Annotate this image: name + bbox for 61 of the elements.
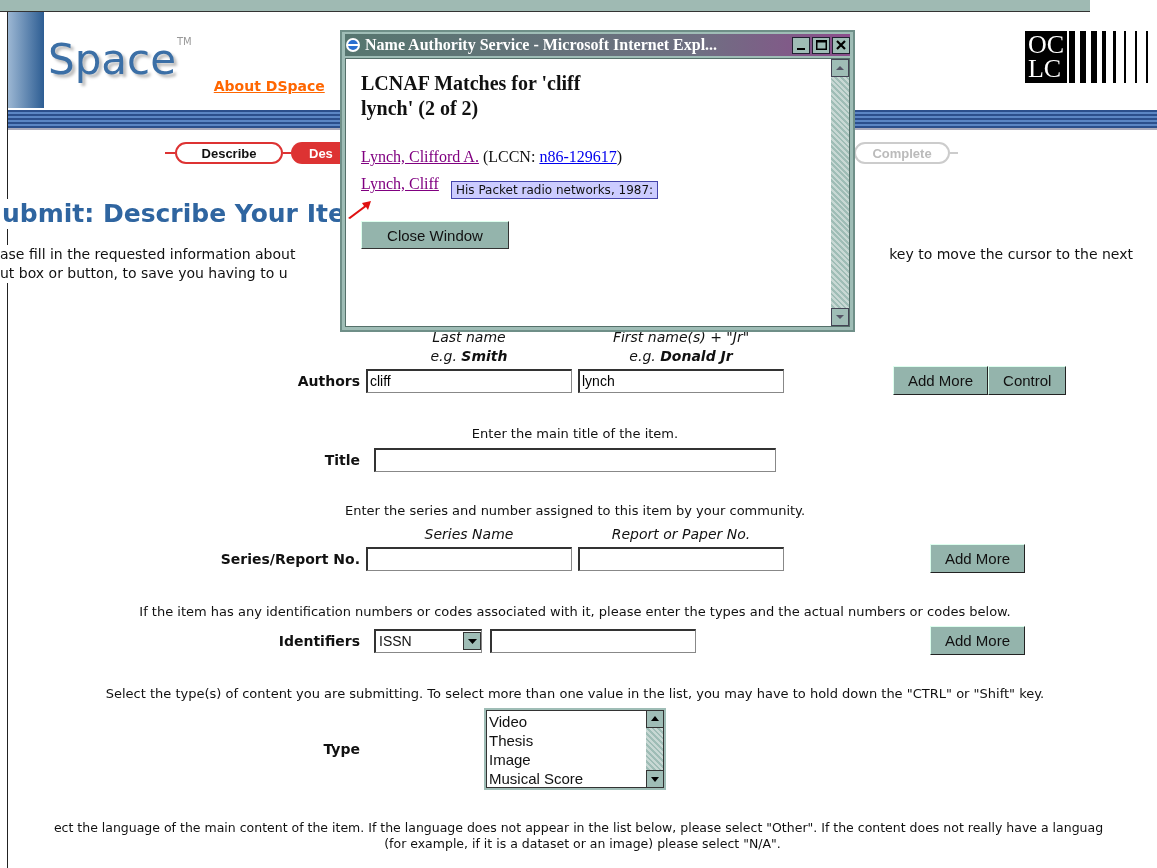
dropdown-arrow-icon (467, 638, 477, 644)
window-title: Name Authority Service - Microsoft Internet Expl... (364, 36, 719, 54)
lccn-link[interactable]: n86-129617 (539, 148, 617, 165)
field-hint: First name(s) + "Jr" (611, 328, 751, 347)
field-instruction: Enter the main title of the item. (470, 425, 680, 443)
add-button[interactable]: Control (988, 366, 1067, 395)
close-window-button[interactable]: Close Window (361, 221, 509, 249)
maximize-icon (815, 40, 827, 50)
logo-text: Space (48, 34, 176, 86)
field-hint: Last name (431, 328, 507, 347)
field-instruction: If the item has any identification numbers or codes associated with it, please enter the types and the actual numbers or codes below. (138, 603, 1012, 621)
field-instruction: ect the language of the main content of the item. If the language does not appear in the list below, please select "Other". If the content does not really have a languag (52, 820, 1105, 836)
field-example: e.g. Donald Jr (628, 347, 735, 366)
maximize-button[interactable] (812, 36, 830, 54)
cursor-arrow-icon (346, 199, 372, 219)
popup-heading: LCNAF Matches for 'cliff lynch' (2 of 2) (361, 71, 582, 121)
close-button[interactable] (832, 36, 850, 54)
list-option[interactable]: Thesis (489, 731, 646, 750)
minimize-button[interactable] (792, 36, 810, 54)
progress-step: Complete (854, 142, 950, 164)
list-option[interactable]: Musical Score (489, 769, 646, 788)
text-field[interactable]: lynch (578, 368, 784, 393)
instruction-text: ut box or button, to save you having to u (0, 264, 288, 283)
instruction-text: ase fill in the requested information about (0, 245, 296, 264)
progress-step: Describe (175, 142, 283, 164)
dropdown-field[interactable]: ISSN (374, 628, 482, 653)
scrollbar[interactable] (831, 59, 849, 326)
field-label: Title (323, 452, 360, 468)
close-icon (836, 40, 846, 50)
text-field[interactable] (578, 546, 784, 571)
browser-icon (345, 37, 361, 53)
tooltip: His Packet radio networks, 1987: (451, 181, 659, 199)
list-box[interactable]: Video Thesis Image Musical Score (484, 708, 666, 790)
field-instruction: Enter the series and number assigned to this item by your community. (343, 502, 807, 520)
instruction-text: key to move the cursor to the next (889, 245, 1133, 264)
scroll-down-icon (646, 770, 664, 788)
add-button[interactable]: Add More (893, 366, 989, 395)
field-label: Series/Report No. (219, 550, 360, 567)
field-label: Authors (296, 372, 360, 389)
field-instruction: Select the type(s) of content you are submitting. To select more than one value in the list, you may have to hold down the "CTRL" or "Shift" key. (104, 685, 1046, 703)
scroll-up-icon (646, 710, 664, 728)
text-field[interactable] (374, 448, 776, 472)
name-link[interactable]: Lynch, Cliff (361, 175, 439, 192)
text-field[interactable] (490, 628, 696, 653)
scroll-down-icon (835, 314, 845, 320)
add-button[interactable]: Add More (930, 626, 1026, 655)
field-label: Identifiers (277, 632, 360, 649)
scroll-up-icon (835, 65, 845, 71)
text-field[interactable] (366, 546, 572, 571)
field-instruction: (for example, if it is a dataset or an image) please select "N/A". (383, 836, 782, 852)
list-option[interactable]: Image (489, 750, 646, 769)
minimize-icon (797, 48, 805, 50)
list-option[interactable]: Video (489, 712, 646, 731)
trademark: TM (177, 36, 192, 47)
add-button[interactable]: Add More (930, 544, 1026, 573)
text-field[interactable]: cliff (366, 368, 572, 393)
field-hint: Series Name (423, 525, 515, 544)
field-hint: Report or Paper No. (610, 525, 752, 544)
field-label: Type (322, 741, 360, 757)
field-example: e.g. Smith (429, 347, 509, 366)
partner-logo-text: OC LC (1024, 31, 1067, 83)
